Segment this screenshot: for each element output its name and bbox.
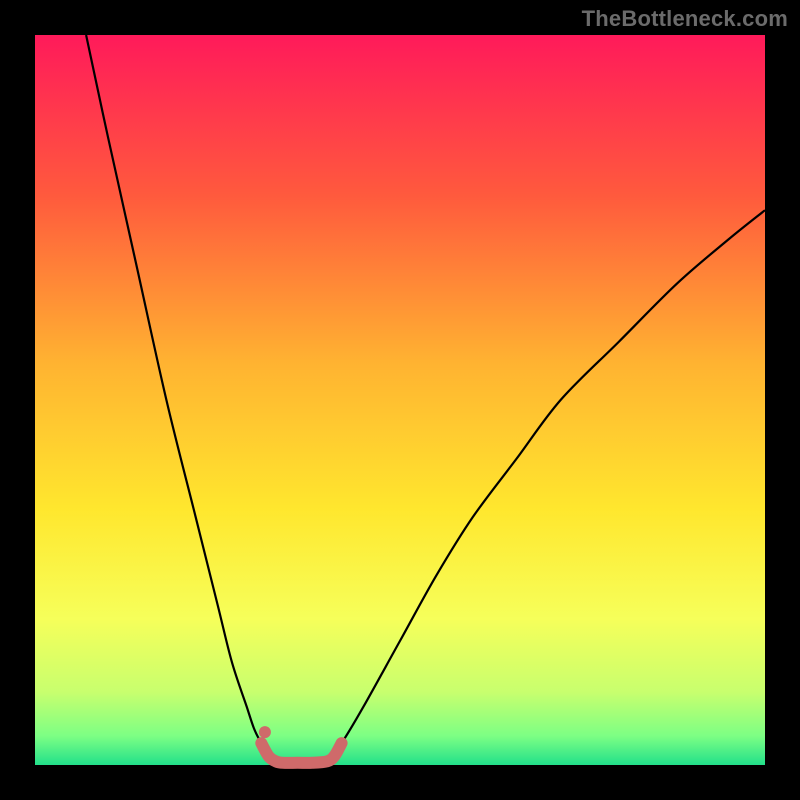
chart-frame: TheBottleneck.com xyxy=(0,0,800,800)
watermark-text: TheBottleneck.com xyxy=(582,6,788,32)
accent-dot-mark xyxy=(259,726,271,738)
chart-svg xyxy=(35,35,765,765)
left-curve-path xyxy=(86,35,276,761)
right-curve-path xyxy=(327,210,765,761)
valley-floor-path xyxy=(261,743,341,763)
